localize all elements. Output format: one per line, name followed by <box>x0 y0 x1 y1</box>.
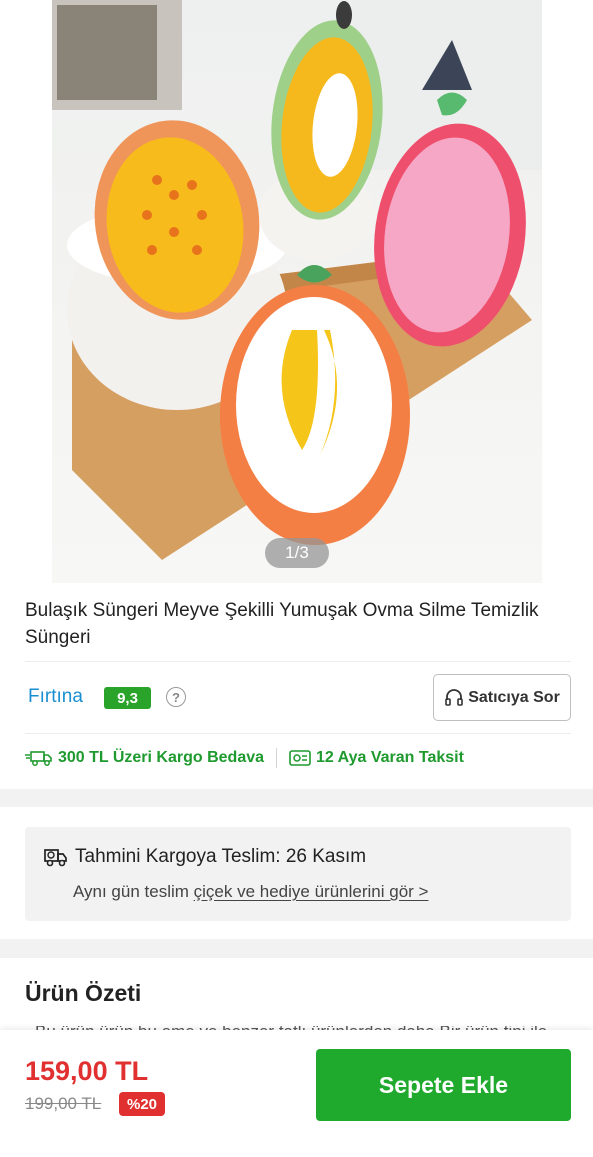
product-image-gallery[interactable]: 1/3 <box>0 0 593 583</box>
installment-label: 12 Aya Varan Taksit <box>316 749 464 766</box>
ask-seller-button[interactable]: Satıcıya Sor <box>433 674 571 721</box>
current-price: 159,00 TL <box>25 1056 149 1086</box>
divider <box>25 733 571 734</box>
add-to-cart-button[interactable]: Sepete Ekle <box>316 1049 571 1121</box>
delivery-title: Tahmini Kargoya Teslim: 26 Kasım <box>75 846 367 867</box>
old-price: 199,00 TL <box>25 1094 102 1113</box>
free-shipping-perk[interactable]: 300 TL Üzeri Kargo Bedava <box>25 749 264 767</box>
perks-row: 300 TL Üzeri Kargo Bedava 12 Aya Varan T… <box>25 743 464 773</box>
product-title: Bulaşık Süngeri Meyve Şekilli Yumuşak Ov… <box>25 600 539 648</box>
seller-rating-badge: 9,3 <box>104 687 151 709</box>
delivery-estimate: Tahmini Kargoya Teslim: 26 Kasım <box>43 846 366 868</box>
perk-separator <box>276 748 278 768</box>
discount-badge: %20 <box>119 1092 165 1116</box>
truck-icon <box>25 751 52 766</box>
divider <box>25 661 571 662</box>
summary-title: Ürün Özeti <box>25 980 142 1006</box>
delivery-truck-icon <box>44 849 67 867</box>
same-day-delivery-link[interactable]: Aynı gün teslim çiçek ve hediye ürünleri… <box>73 882 428 902</box>
sponges-illustration <box>52 0 542 560</box>
image-counter: 1/3 <box>265 538 329 568</box>
seller-name-link[interactable]: Fırtına <box>28 686 83 708</box>
delivery-section: Tahmini Kargoya Teslim: 26 Kasım Aynı gü… <box>0 807 593 939</box>
delivery-subtitle-prefix: Aynı gün teslim <box>73 882 194 901</box>
free-shipping-label: 300 TL Üzeri Kargo Bedava <box>58 749 265 766</box>
product-photo[interactable] <box>52 0 542 583</box>
purchase-bar: 159,00 TL 199,00 TL %20 Sepete Ekle <box>0 1030 593 1157</box>
installment-perk[interactable]: 12 Aya Varan Taksit <box>289 749 464 767</box>
ask-seller-label: Satıcıya Sor <box>468 688 560 706</box>
headset-icon <box>445 688 463 706</box>
flowers-gifts-link[interactable]: çiçek ve hediye ürünlerini gör > <box>194 882 429 901</box>
seller-row: Fırtına 9,3 ? Satıcıya Sor <box>25 673 571 723</box>
question-mark-icon[interactable]: ? <box>166 687 186 707</box>
installment-icon <box>289 750 311 766</box>
product-info-section: Bulaşık Süngeri Meyve Şekilli Yumuşak Ov… <box>0 583 593 789</box>
delivery-info-box[interactable]: Tahmini Kargoya Teslim: 26 Kasım Aynı gü… <box>25 827 571 921</box>
